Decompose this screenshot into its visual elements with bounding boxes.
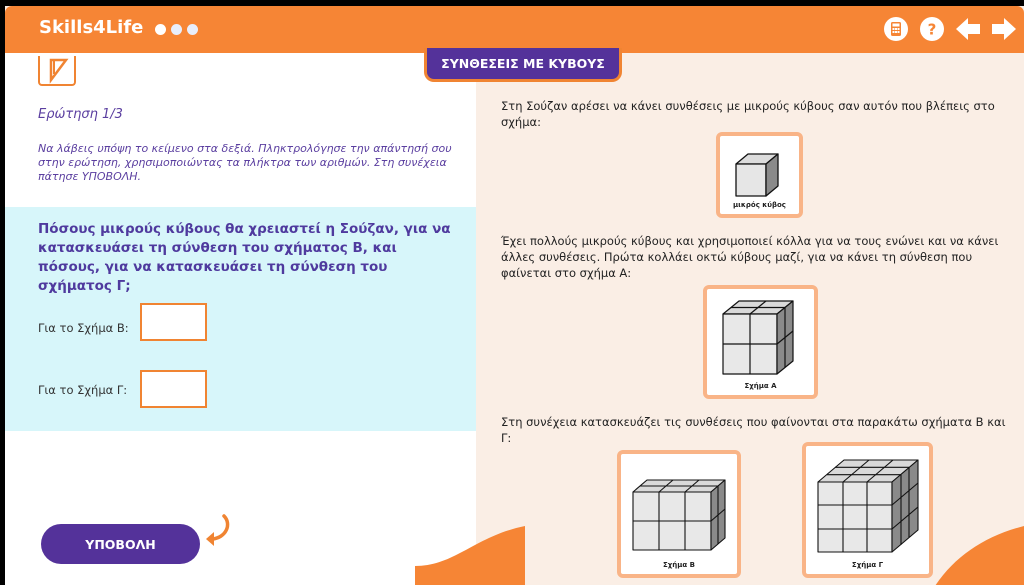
question-text: Πόσους μικρούς κύβους θα χρειαστεί η Σού… [38,221,451,294]
shape-a-image: Σχήμα Α [703,285,818,399]
brand-title: Skills4Life [39,17,144,38]
header-icons: ? [882,15,1018,43]
answer-g-input[interactable] [140,370,207,408]
story-paragraph-3: Στη συνέχεια κατασκευάζει τις συνθέσεις … [501,415,1006,445]
svg-text:?: ? [928,21,937,39]
arrow-left-icon[interactable] [954,15,982,43]
header-bar: Skills4Life ? [5,6,1024,53]
story-paragraph-1: Στη Σούζαν αρέσει να κάνει συνθέσεις με … [501,99,995,129]
caption-cube: μικρός κύβος [733,201,786,209]
curved-arrow-icon [202,512,234,552]
story-paragraph-2: Έχει πολλούς μικρούς κύβους και χρησιμοπ… [501,234,999,280]
field-g-label: Για το Σχήμα Γ: [38,383,128,397]
calculator-icon[interactable] [882,15,910,43]
question-box: Πόσους μικρούς κύβους θα χρειαστεί η Σού… [5,207,476,431]
ruler-icon[interactable] [38,56,76,86]
bottom-wave-right-decoration [935,526,1024,585]
shape-g-image: Σχήμα Γ [802,442,933,578]
caption-shape-g: Σχήμα Γ [851,561,884,569]
small-cube-image: μικρός κύβος [716,132,803,218]
submit-button[interactable]: ΥΠΟΒΟΛΗ [41,524,200,564]
field-b-label: Για το Σχήμα Β: [38,321,129,335]
instructions-text: Να λάβεις υπόψη το κείμενο στα δεξιά. Πλ… [38,142,452,183]
question-counter: Ερώτηση 1/3 [38,107,123,122]
page-title: ΣΥΝΘΕΣΕΙΣ ΜΕ ΚΥΒΟΥΣ [424,48,622,82]
progress-dot-2 [171,24,182,35]
progress-dots [155,24,198,35]
shape-b-image: Σχήμα Β [617,450,741,578]
bottom-wave-left-decoration [415,526,525,585]
caption-shape-b: Σχήμα Β [662,561,695,569]
progress-dot-3 [187,24,198,35]
progress-dot-1 [155,24,166,35]
caption-shape-a: Σχήμα Α [744,382,777,390]
question-panel: Ερώτηση 1/3 Να λάβεις υπόψη το κείμενο σ… [5,53,476,585]
app-frame: Skills4Life ? Ερώτηση 1/3 Να λάβεις υπόψ… [5,6,1024,585]
help-icon[interactable]: ? [918,15,946,43]
arrow-right-icon[interactable] [990,15,1018,43]
answer-b-input[interactable] [140,303,207,341]
